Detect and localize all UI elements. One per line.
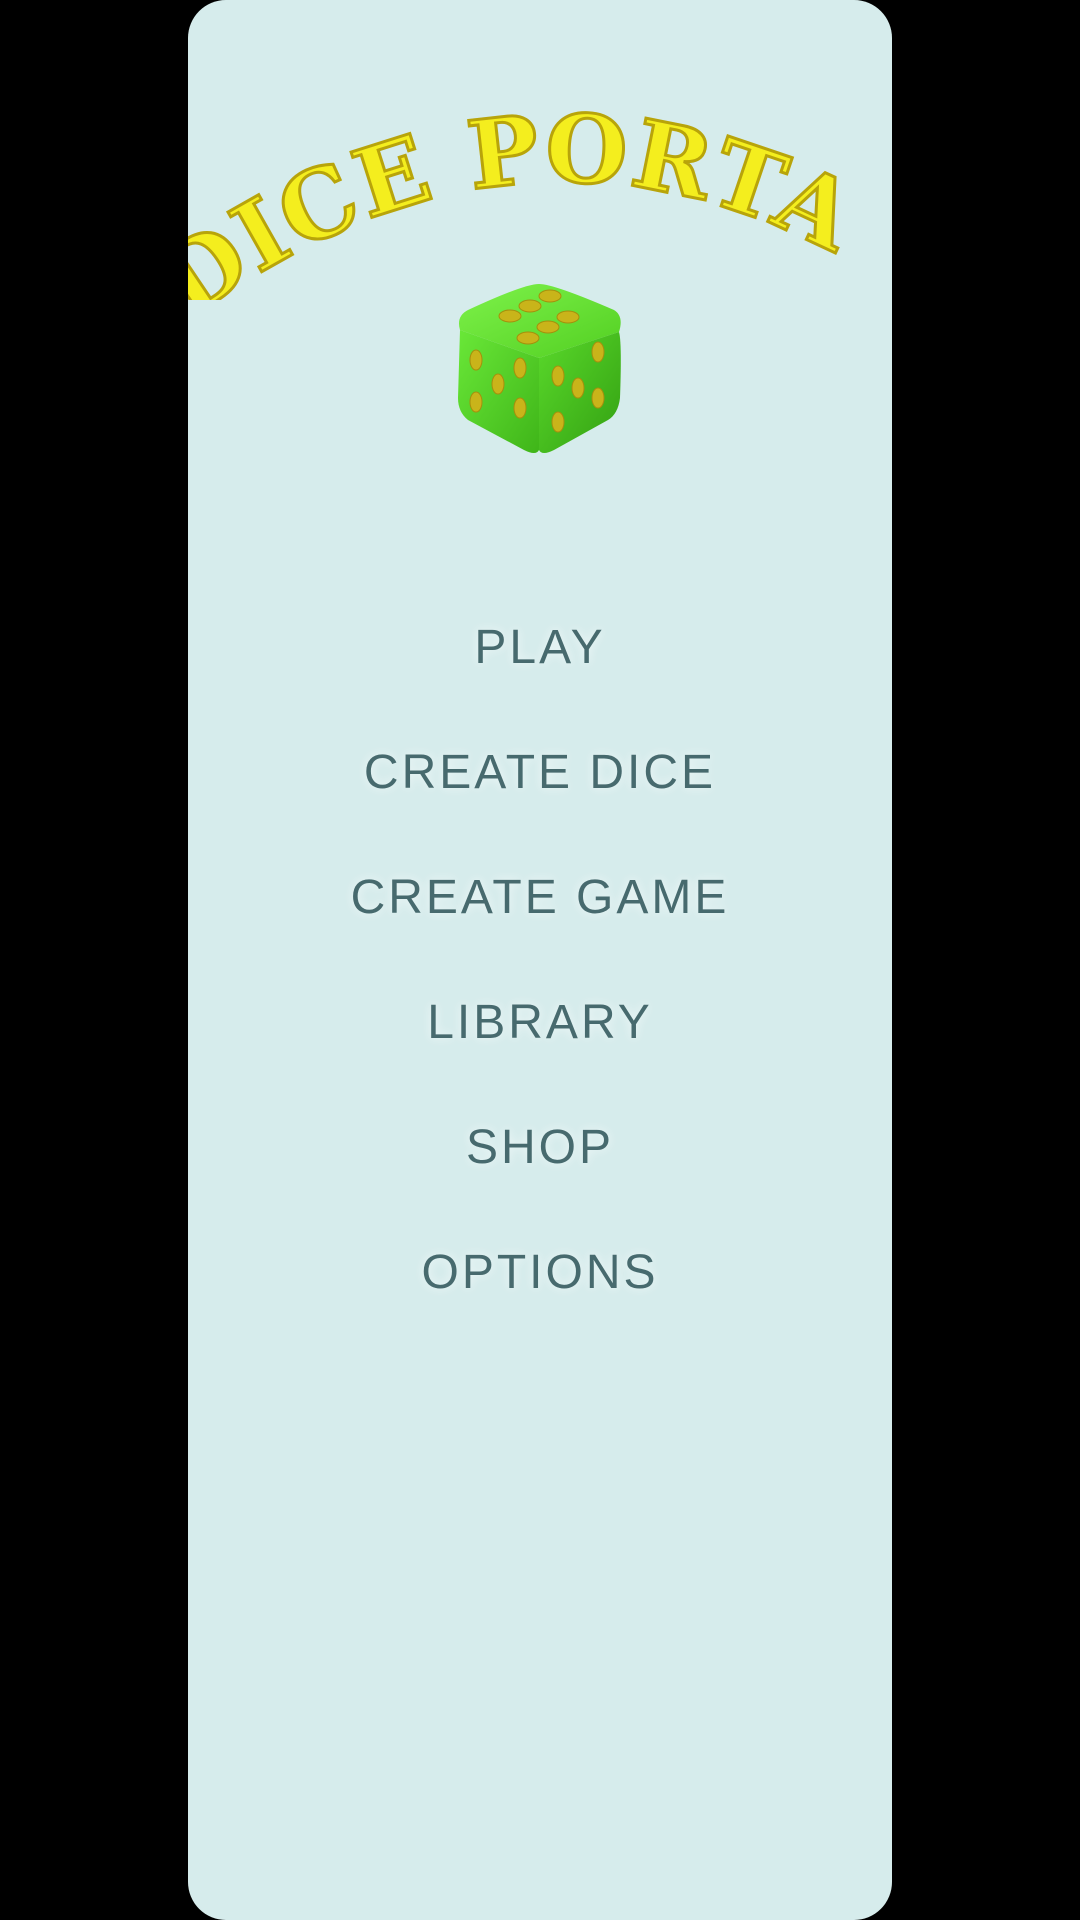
die-icon <box>458 284 621 453</box>
play-button[interactable]: PLAY <box>188 600 892 725</box>
main-menu: PLAY CREATE DICE CREATE GAME LIBRARY SHO… <box>188 600 892 1350</box>
app-title: DICE PORTAL <box>188 110 873 300</box>
shop-button[interactable]: SHOP <box>188 1100 892 1225</box>
library-button[interactable]: LIBRARY <box>188 975 892 1100</box>
app-logo-title: DICE PORTAL <box>188 110 873 300</box>
main-menu-panel: DICE PORTAL <box>188 0 892 1920</box>
create-dice-button[interactable]: CREATE DICE <box>188 725 892 850</box>
create-game-button[interactable]: CREATE GAME <box>188 850 892 975</box>
options-button[interactable]: OPTIONS <box>188 1225 892 1350</box>
